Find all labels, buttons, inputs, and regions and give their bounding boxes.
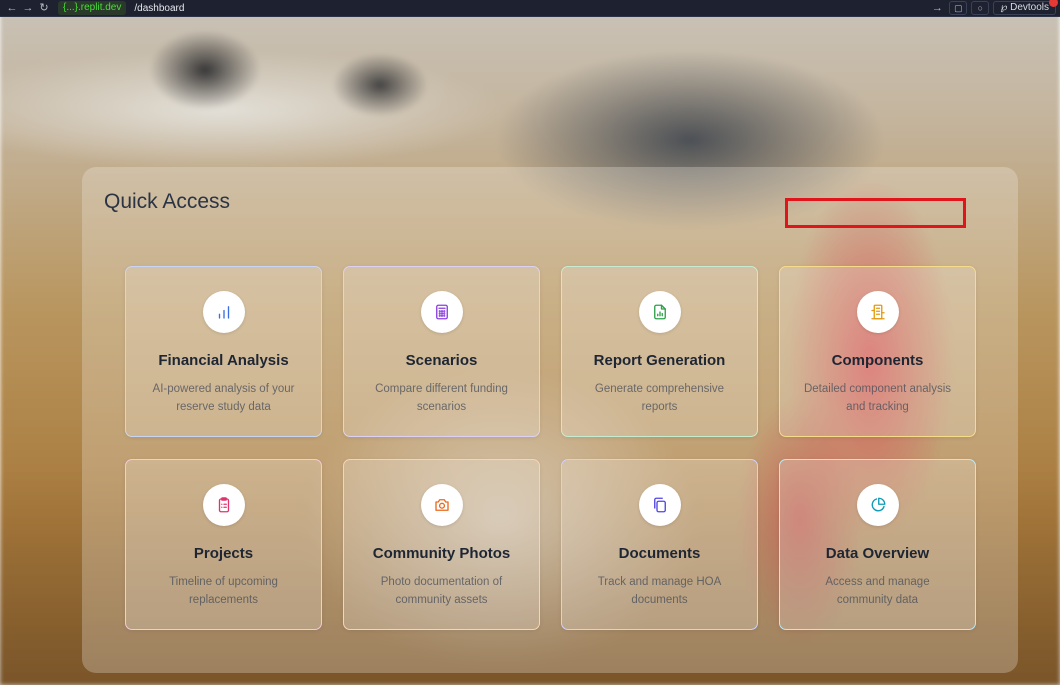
- card-title: Components: [831, 352, 924, 369]
- card-title: Financial Analysis: [158, 352, 289, 369]
- device-icon[interactable]: ▢: [949, 1, 968, 15]
- card-description: Track and manage HOA documents: [597, 576, 722, 606]
- devtools-button[interactable]: ℘ Devtools: [993, 0, 1058, 15]
- extension-icon[interactable]: ○: [971, 1, 990, 15]
- red-highlight-box: [785, 198, 966, 228]
- copy-icon: [638, 484, 681, 526]
- wrench-icon: ℘: [1000, 2, 1008, 13]
- file-chart-icon: [638, 291, 681, 333]
- card-projects[interactable]: Projects Timeline of upcoming replacement…: [125, 459, 322, 630]
- url-host[interactable]: {...}.replit.dev: [58, 1, 127, 15]
- clipboard-list-icon: [202, 484, 245, 526]
- card-title: Projects: [193, 545, 254, 562]
- card-description: Photo documentation of community assets: [380, 576, 503, 606]
- card-description: Generate comprehensive reports: [594, 383, 725, 413]
- card-documents[interactable]: Documents Track and manage HOA documents: [561, 459, 758, 630]
- card-title: Scenarios: [405, 352, 478, 369]
- card-description: Timeline of upcoming replacements: [169, 576, 278, 606]
- card-scenarios[interactable]: Scenarios Compare different funding scena…: [343, 266, 540, 437]
- card-report-generation[interactable]: Report Generation Generate comprehensive …: [561, 266, 758, 437]
- card-description: AI-powered analysis of your reserve stud…: [152, 383, 295, 413]
- card-financial-analysis[interactable]: Financial Analysis AI-powered analysis of…: [125, 266, 322, 437]
- page-title: Quick Access: [104, 190, 231, 213]
- reload-icon[interactable]: ↻: [36, 0, 52, 17]
- calculator-icon: [420, 291, 463, 333]
- browser-toolbar: ← → ↻ {...}.replit.dev /dashboard → ▢ ○ …: [0, 0, 1060, 17]
- camera-icon: [420, 484, 463, 526]
- card-description: Access and manage community data: [825, 576, 930, 606]
- back-arrow-icon[interactable]: ←: [4, 0, 20, 17]
- card-description: Detailed component analysis and tracking: [803, 383, 952, 413]
- card-description: Compare different funding scenarios: [375, 383, 508, 413]
- building-icon: [856, 291, 899, 333]
- devtools-label: Devtools: [1010, 2, 1049, 13]
- card-components[interactable]: Components Detailed component analysis an…: [779, 266, 976, 437]
- card-data-overview[interactable]: Data Overview Access and manage community…: [779, 459, 976, 630]
- pie-chart-icon: [856, 484, 899, 526]
- card-title: Data Overview: [825, 545, 930, 562]
- open-external-icon[interactable]: →: [929, 0, 945, 17]
- card-title: Documents: [618, 545, 701, 562]
- url-path[interactable]: /dashboard: [134, 3, 184, 14]
- card-title: Report Generation: [593, 352, 726, 369]
- forward-arrow-icon[interactable]: →: [20, 0, 36, 17]
- bar-chart-icon: [202, 291, 245, 333]
- notification-dot: [1049, 0, 1058, 7]
- card-title: Community Photos: [372, 545, 511, 562]
- card-community-photos[interactable]: Community Photos Photo documentation of c…: [343, 459, 540, 630]
